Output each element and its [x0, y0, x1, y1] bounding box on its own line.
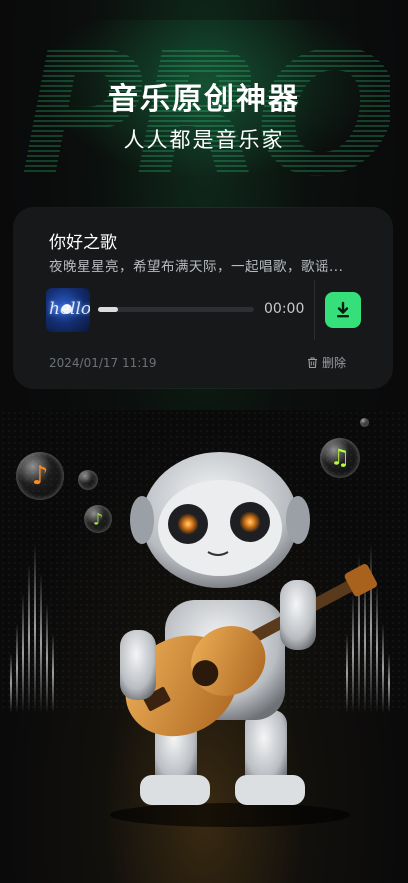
delete-button[interactable]: 删除: [306, 354, 346, 371]
song-card[interactable]: 你好之歌 夜晚星星亮，希望布满天际，一起唱歌，歌谣... hello 00:00…: [14, 208, 392, 388]
delete-label: 删除: [322, 356, 347, 370]
song-cover[interactable]: hello: [46, 288, 90, 332]
created-date: 2024/01/17 11:19: [49, 356, 157, 370]
trash-icon: [308, 357, 317, 369]
download-button[interactable]: [325, 292, 361, 328]
divider: [314, 280, 315, 340]
play-time: 00:00: [264, 301, 305, 317]
progress-fill: [98, 307, 119, 312]
play-icon[interactable]: [62, 304, 72, 314]
app-page: PRO 音乐原创神器 人人都是音乐家 你好之歌 夜晚星星亮，希望布满天际，一起唱…: [0, 0, 408, 883]
progress-bar[interactable]: [98, 307, 254, 312]
page-subtitle: 人人都是音乐家: [123, 128, 285, 152]
audio-player: hello 00:00: [46, 288, 306, 332]
robot-guitar-illustration: [110, 452, 378, 827]
music-bubble-large: ♪: [16, 452, 64, 500]
page-title: 音乐原创神器: [108, 82, 300, 117]
download-icon: [337, 301, 349, 318]
song-title: 你好之歌: [49, 233, 117, 253]
music-bubble-tiny: [360, 418, 369, 427]
music-note-icon: ♪: [31, 461, 49, 491]
song-lyrics: 夜晚星星亮，希望布满天际，一起唱歌，歌谣...: [49, 259, 344, 275]
